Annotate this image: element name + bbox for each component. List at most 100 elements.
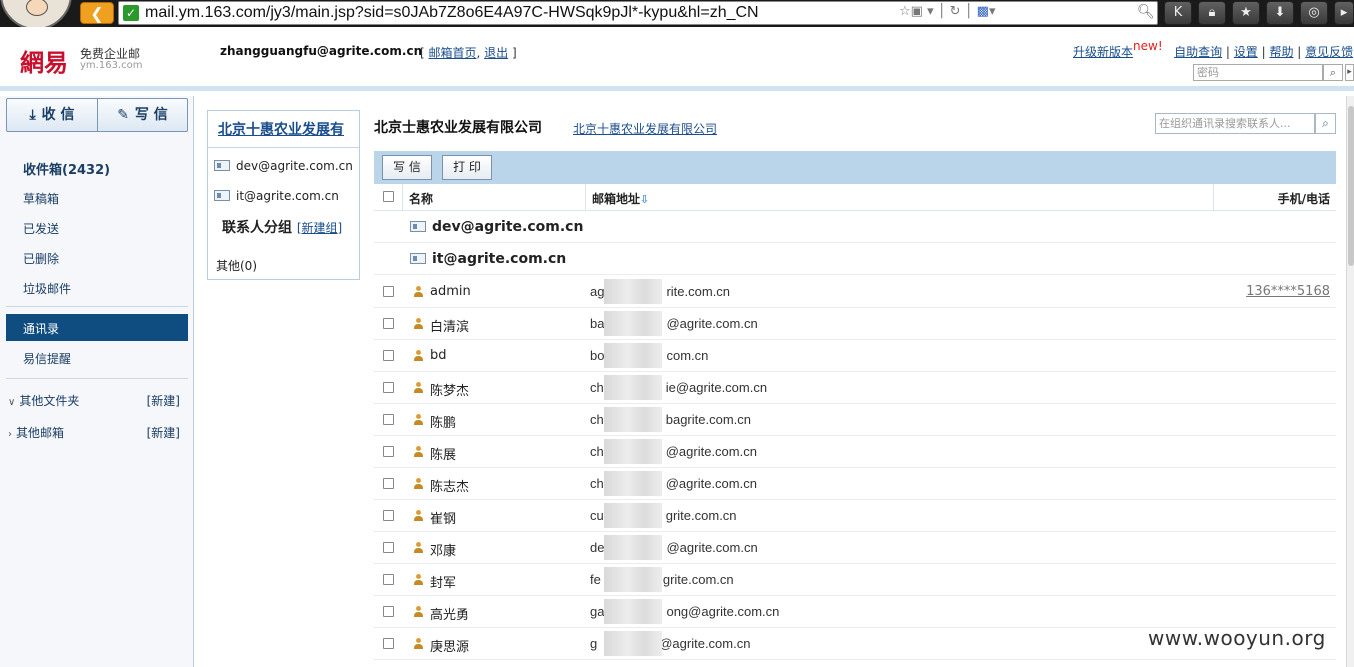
- lock-icon[interactable]: 🔒︎: [1198, 1, 1226, 25]
- scrollbar[interactable]: [1346, 96, 1354, 667]
- card-icon: [410, 253, 426, 264]
- row-checkbox[interactable]: [383, 318, 394, 329]
- search-icon[interactable]: 🔍︎: [1137, 4, 1155, 20]
- more-icon[interactable]: ▸: [1334, 1, 1354, 25]
- write-button[interactable]: 写 信: [382, 155, 432, 180]
- contact-phone[interactable]: 136****5168: [1246, 284, 1330, 299]
- contact-name[interactable]: 封军: [430, 572, 456, 591]
- other-mailboxes[interactable]: › 其他邮箱 [新建]: [8, 424, 180, 441]
- sidebar-item-spam[interactable]: 垃圾邮件: [23, 280, 71, 297]
- other-folders[interactable]: ∨ 其他文件夹 [新建]: [8, 392, 180, 409]
- table-row[interactable]: admin ag rite.com.cn 136****5168: [374, 276, 1336, 308]
- column-name[interactable]: 名称: [409, 190, 433, 207]
- table-row[interactable]: 陈志杰 ch @agrite.com.cn: [374, 468, 1336, 500]
- table-row[interactable]: 封军 fe grite.com.cn: [374, 564, 1336, 596]
- search-icon[interactable]: ⌕: [1315, 113, 1336, 134]
- bookmark-star-icon[interactable]: ☆▣ ▾ │ ↻ │ ▩▾: [899, 4, 996, 19]
- org-title-link[interactable]: 北京十惠农业发展有: [218, 119, 344, 139]
- upgrade-link[interactable]: 升级新版本: [1073, 45, 1133, 59]
- contact-name[interactable]: 高光勇: [430, 604, 469, 623]
- group-row[interactable]: it@agrite.com.cn: [374, 243, 1336, 275]
- gamepad-icon[interactable]: ◎: [1300, 1, 1328, 25]
- contact-search-input[interactable]: 在组织通讯录搜索联系人...: [1155, 113, 1315, 134]
- table-row[interactable]: 高光勇 ga ong@agrite.com.cn: [374, 596, 1336, 628]
- password-search-icon[interactable]: ⌕: [1323, 64, 1343, 81]
- sidebar-item-reminder[interactable]: 易信提醒: [23, 350, 71, 367]
- logout-link[interactable]: 退出: [484, 46, 508, 60]
- sidebar-item-deleted[interactable]: 已删除: [23, 250, 59, 267]
- row-checkbox[interactable]: [383, 510, 394, 521]
- contact-name[interactable]: 陈鹏: [430, 412, 456, 431]
- extension-k-icon[interactable]: K: [1164, 1, 1192, 25]
- person-icon: [414, 318, 423, 329]
- sidebar-divider: [6, 306, 188, 307]
- table-row[interactable]: bd bo com.cn: [374, 340, 1336, 372]
- row-checkbox[interactable]: [383, 382, 394, 393]
- download-icon[interactable]: ⬇: [1266, 1, 1294, 25]
- table-row[interactable]: 陈梦杰 ch ie@agrite.com.cn: [374, 372, 1336, 404]
- row-checkbox[interactable]: [383, 286, 394, 297]
- contact-name[interactable]: admin: [430, 284, 471, 299]
- row-checkbox[interactable]: [383, 542, 394, 553]
- row-checkbox[interactable]: [383, 446, 394, 457]
- sidebar-item-inbox[interactable]: 收件箱(2432): [23, 159, 110, 178]
- group-name: it@agrite.com.cn: [410, 251, 566, 267]
- group-row[interactable]: dev@agrite.com.cn: [374, 211, 1336, 243]
- org-sublink[interactable]: 北京十惠农业发展有限公司: [573, 120, 717, 137]
- table-row[interactable]: 陈展 ch @agrite.com.cn: [374, 436, 1336, 468]
- bookmarks-star-icon[interactable]: ★: [1232, 1, 1260, 25]
- contact-name[interactable]: bd: [430, 348, 447, 363]
- email-end: ie@agrite.com.cn: [665, 380, 768, 395]
- browser-avatar[interactable]: [0, 0, 72, 30]
- self-help-link[interactable]: 自助查询: [1174, 45, 1222, 59]
- row-checkbox[interactable]: [383, 574, 394, 585]
- new-folder-link[interactable]: [新建]: [147, 392, 180, 409]
- url-text[interactable]: mail.ym.163.com/jy3/main.jsp?sid=s0JAb7Z…: [145, 4, 759, 22]
- address-bar[interactable]: ✓ mail.ym.163.com/jy3/main.jsp?sid=s0JAb…: [118, 1, 1158, 25]
- mailbox-home-link[interactable]: 邮箱首页: [429, 46, 477, 60]
- table-row[interactable]: 邓康 de @agrite.com.cn: [374, 532, 1336, 564]
- group-name: dev@agrite.com.cn: [410, 219, 583, 235]
- table-row[interactable]: 陈鹏 ch bagrite.com.cn: [374, 404, 1336, 436]
- email-start: fe: [590, 572, 601, 587]
- select-all-checkbox[interactable]: [383, 191, 394, 202]
- contact-name[interactable]: 陈志杰: [430, 476, 469, 495]
- column-phone[interactable]: 手机/电话: [1278, 190, 1330, 207]
- arrow-right-icon[interactable]: ▸: [1345, 64, 1354, 81]
- contact-name[interactable]: 庚思源: [430, 636, 469, 655]
- email-end: grite.com.cn: [662, 572, 734, 587]
- logo-domain: ym.163.com: [80, 60, 143, 71]
- org-dept-dev[interactable]: dev@agrite.com.cn: [214, 159, 353, 173]
- scroll-thumb[interactable]: [1348, 106, 1354, 266]
- sidebar-item-drafts[interactable]: 草稿箱: [23, 190, 59, 207]
- column-email[interactable]: 邮箱地址⇩: [592, 190, 649, 207]
- contact-name[interactable]: 陈展: [430, 444, 456, 463]
- print-button[interactable]: 打 印: [442, 155, 492, 180]
- row-checkbox[interactable]: [383, 606, 394, 617]
- table-row[interactable]: 白清滨 ba @agrite.com.cn: [374, 308, 1336, 340]
- contact-name[interactable]: 陈梦杰: [430, 380, 469, 399]
- compose-button[interactable]: ✎ 写 信: [97, 99, 187, 131]
- new-group-link[interactable]: [新建组]: [297, 221, 342, 235]
- row-checkbox[interactable]: [383, 478, 394, 489]
- contacts-label: 通讯录: [23, 322, 60, 336]
- sidebar-item-contacts[interactable]: 通讯录: [6, 314, 188, 341]
- org-dept-it[interactable]: it@agrite.com.cn: [214, 189, 339, 203]
- new-mailbox-link[interactable]: [新建]: [147, 424, 180, 441]
- feedback-link[interactable]: 意见反馈: [1305, 45, 1353, 59]
- group-other[interactable]: 其他(0): [216, 257, 257, 274]
- contact-name[interactable]: 白清滨: [430, 316, 469, 335]
- settings-link[interactable]: 设置: [1234, 45, 1258, 59]
- email-end: @agrite.com.cn: [666, 316, 758, 331]
- help-link[interactable]: 帮助: [1269, 45, 1293, 59]
- password-field[interactable]: 密码: [1193, 64, 1323, 81]
- row-checkbox[interactable]: [383, 350, 394, 361]
- row-checkbox[interactable]: [383, 414, 394, 425]
- back-button[interactable]: ❮: [80, 2, 114, 24]
- table-row[interactable]: 崔钢 cu grite.com.cn: [374, 500, 1336, 532]
- contact-name[interactable]: 崔钢: [430, 508, 456, 527]
- receive-button[interactable]: ⤓ 收 信: [7, 99, 97, 131]
- contact-name[interactable]: 邓康: [430, 540, 456, 559]
- sidebar-item-sent[interactable]: 已发送: [23, 220, 59, 237]
- row-checkbox[interactable]: [383, 638, 394, 649]
